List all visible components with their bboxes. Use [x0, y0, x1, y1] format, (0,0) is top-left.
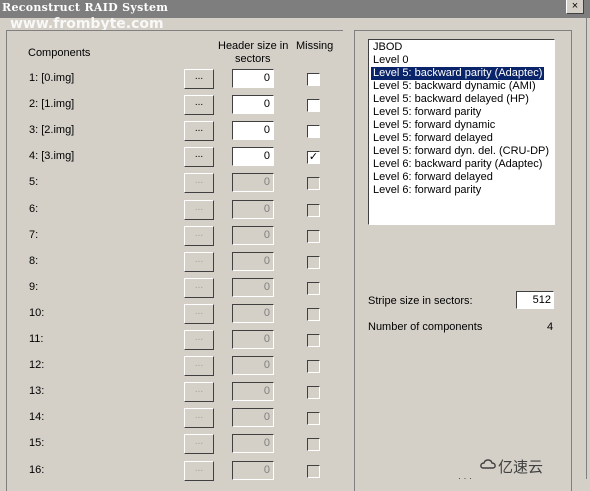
browse-button[interactable]: ...	[184, 95, 214, 116]
browse-button[interactable]: ...	[184, 199, 214, 220]
component-label: 8:	[29, 254, 39, 267]
component-label: 7:	[29, 228, 39, 241]
stripe-size-label: Stripe size in sectors:	[368, 295, 473, 307]
browse-button[interactable]: ...	[184, 147, 214, 168]
component-label: 11:	[29, 333, 44, 345]
header-size-input[interactable]: 0	[232, 434, 274, 454]
component-label: 13:	[29, 385, 45, 398]
header-size-input[interactable]: 0	[232, 95, 274, 115]
missing-checkbox[interactable]	[307, 412, 320, 426]
stripe-size-input[interactable]: 512	[516, 291, 554, 309]
component-label: 10:	[29, 306, 45, 319]
browse-button[interactable]: ...	[184, 277, 214, 298]
missing-checkbox[interactable]	[307, 73, 320, 86]
raid-type-option[interactable]: Level 0	[371, 54, 410, 67]
cloud-logo-icon	[480, 459, 496, 469]
component-label: 16:	[29, 463, 45, 476]
raid-type-option[interactable]: Level 5: forward parity	[371, 106, 483, 119]
header-size-header-line2: sectors	[235, 53, 271, 65]
raid-type-option[interactable]: Level 5: backward dynamic (AMI)	[371, 80, 538, 93]
header-size-input[interactable]: 0	[232, 382, 274, 402]
header-size-input[interactable]: 0	[232, 303, 274, 323]
browse-button[interactable]: ...	[184, 434, 214, 455]
component-count-value: 4	[547, 321, 554, 333]
header-size-input[interactable]: 0	[232, 460, 274, 480]
raid-type-option[interactable]: Level 5: forward dynamic	[371, 119, 497, 132]
header-size-input[interactable]: 0	[232, 277, 274, 297]
raid-type-option[interactable]: Level 6: backward parity (Adaptec)	[371, 158, 544, 171]
window-border	[586, 18, 587, 479]
browse-button[interactable]: ...	[184, 225, 214, 246]
header-size-input[interactable]: 0	[232, 121, 274, 141]
browse-button[interactable]: ...	[184, 330, 214, 350]
missing-checkbox[interactable]	[307, 281, 320, 295]
components-header: Components	[28, 47, 91, 59]
component-label: 14:	[29, 411, 45, 424]
window-title: Reconstruct RAID System	[2, 1, 169, 14]
raid-type-option[interactable]: Level 6: forward delayed	[371, 171, 495, 184]
header-size-input[interactable]: 0	[232, 330, 274, 349]
header-size-input[interactable]: 0	[232, 356, 274, 376]
header-size-input[interactable]: 0	[232, 69, 274, 88]
missing-checkbox[interactable]	[307, 99, 320, 113]
header-size-input[interactable]: 0	[232, 173, 274, 193]
missing-header: Missing	[296, 40, 334, 52]
browse-button[interactable]: ...	[184, 408, 214, 429]
missing-checkbox[interactable]	[307, 255, 320, 269]
component-label: 6:	[29, 202, 39, 215]
footer-logo: 亿速云	[498, 458, 544, 476]
component-label: 12:	[29, 359, 45, 372]
close-button[interactable]: ×	[566, 0, 584, 14]
raid-type-option[interactable]: JBOD	[371, 41, 404, 54]
component-label: 4: [3.img]	[29, 150, 75, 163]
missing-checkbox[interactable]	[307, 386, 320, 400]
component-label: 1: [0.img]	[29, 72, 75, 84]
header-size-input[interactable]: 0	[232, 251, 274, 271]
browse-button[interactable]: ...	[184, 303, 214, 324]
component-label: 15:	[29, 437, 45, 450]
missing-checkbox[interactable]	[307, 334, 320, 347]
browse-button[interactable]: ...	[184, 251, 214, 272]
raid-type-listbox[interactable]: JBOD Level 0 Level 5: backward parity (Ada…	[368, 39, 555, 225]
raid-type-option[interactable]: Level 5: backward delayed (HP)	[371, 93, 531, 106]
raid-type-option[interactable]: Level 5: backward parity (Adaptec)	[371, 67, 545, 80]
component-label: 9:	[29, 280, 39, 293]
component-label: 5:	[29, 176, 39, 189]
missing-checkbox[interactable]	[307, 360, 320, 374]
header-size-input[interactable]: 0	[232, 225, 274, 245]
raid-type-option[interactable]: Level 5: forward dyn. del. (CRU-DP)	[371, 145, 551, 158]
browse-button[interactable]: ...	[184, 460, 214, 481]
missing-checkbox[interactable]: ✓	[307, 151, 320, 165]
missing-checkbox[interactable]	[307, 438, 320, 452]
missing-checkbox[interactable]	[307, 229, 320, 243]
header-size-input[interactable]: 0	[232, 147, 274, 167]
browse-button[interactable]: ...	[184, 356, 214, 377]
missing-checkbox[interactable]	[307, 464, 320, 478]
component-label: 2: [1.img]	[29, 98, 75, 111]
raid-type-option[interactable]: Level 6: forward parity	[371, 184, 483, 197]
header-size-input[interactable]: 0	[232, 199, 274, 219]
missing-checkbox[interactable]	[307, 125, 320, 139]
missing-checkbox[interactable]	[307, 203, 320, 217]
component-count-label: Number of components	[368, 321, 483, 333]
missing-checkbox[interactable]	[307, 307, 320, 321]
header-size-header-line1: Header size in	[218, 40, 289, 52]
browse-button[interactable]: ...	[184, 121, 214, 142]
missing-checkbox[interactable]	[307, 177, 320, 191]
raid-type-option[interactable]: Level 5: forward delayed	[371, 132, 495, 145]
component-label: 3: [2.img]	[29, 124, 75, 137]
browse-button[interactable]: ...	[184, 69, 214, 89]
browse-button[interactable]: ...	[184, 382, 214, 403]
header-size-input[interactable]: 0	[232, 408, 274, 428]
more-dots-icon: · · ·	[458, 473, 472, 483]
browse-button[interactable]: ...	[184, 173, 214, 194]
